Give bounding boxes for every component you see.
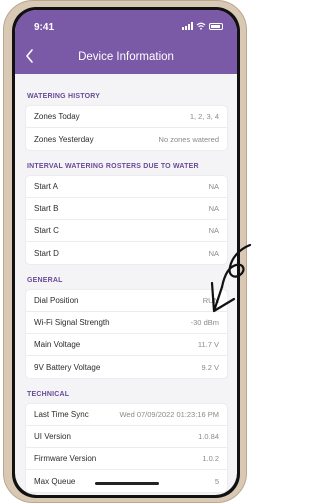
- card-technical: Last Time Sync Wed 07/09/2022 01:23:16 P…: [26, 404, 227, 492]
- card-general: Dial Position RUN Wi-Fi Signal Strength …: [26, 290, 227, 378]
- row-value: -30 dBm: [190, 318, 219, 327]
- info-row-start-c: Start C NA: [26, 220, 227, 242]
- row-value: No zones watered: [158, 134, 219, 144]
- section-title-watering-history: WATERING HISTORY: [27, 93, 101, 100]
- nav-bar: Device Information: [15, 48, 237, 68]
- row-label: Zones Today: [34, 112, 80, 121]
- section-title-interval-rosters: INTERVAL WATERING ROSTERS DUE TO WATER: [27, 163, 199, 170]
- header-bar: 9:41 Device Information: [15, 10, 237, 74]
- row-value: 1.0.2: [202, 454, 219, 463]
- row-label: Firmware Version: [34, 454, 97, 463]
- status-icons: [182, 22, 223, 30]
- row-value: NA: [208, 226, 219, 235]
- row-value: 9.2 V: [201, 362, 219, 372]
- info-row-start-d: Start D NA: [26, 242, 227, 264]
- row-label: Start C: [34, 226, 59, 235]
- info-row-firmware-version: Firmware Version 1.0.2: [26, 448, 227, 470]
- row-label: Wi-Fi Signal Strength: [34, 318, 110, 327]
- row-label: Start A: [34, 182, 59, 191]
- section-title-general: GENERAL: [27, 277, 63, 284]
- info-row-last-time-sync: Last Time Sync Wed 07/09/2022 01:23:16 P…: [26, 404, 227, 426]
- row-label: UI Version: [34, 432, 71, 441]
- battery-icon: [209, 22, 223, 30]
- row-label: Last Time Sync: [34, 410, 89, 419]
- info-row-main-voltage: Main Voltage 11.7 V: [26, 334, 227, 356]
- info-row-wifi-signal: Wi-Fi Signal Strength -30 dBm: [26, 312, 227, 334]
- wifi-icon: [196, 22, 206, 30]
- hand-drawn-arrow-icon: [210, 243, 252, 313]
- row-label: Start B: [34, 204, 59, 213]
- info-row-start-a: Start A NA: [26, 176, 227, 198]
- info-row-max-queue: Max Queue 5: [26, 470, 227, 492]
- cellular-signal-icon: [182, 22, 193, 30]
- row-value: 5: [214, 476, 219, 486]
- row-value: 1, 2, 3, 4: [189, 112, 219, 121]
- status-bar: 9:41: [15, 10, 237, 38]
- card-watering-history: Zones Today 1, 2, 3, 4 Zones Yesterday N…: [26, 106, 227, 150]
- row-label: Dial Position: [34, 296, 79, 305]
- row-value: 1.0.84: [198, 432, 219, 441]
- row-label: Main Voltage: [34, 340, 81, 349]
- row-label: 9V Battery Voltage: [34, 362, 101, 372]
- info-row-zones-today: Zones Today 1, 2, 3, 4: [26, 106, 227, 128]
- row-value: NA: [208, 204, 219, 213]
- info-row-ui-version: UI Version 1.0.84: [26, 426, 227, 448]
- device-info-list[interactable]: WATERING HISTORY Zones Today 1, 2, 3, 4 …: [15, 74, 237, 495]
- info-row-battery-voltage: 9V Battery Voltage 9.2 V: [26, 356, 227, 378]
- card-interval-rosters: Start A NA Start B NA Start C NA Start D…: [26, 176, 227, 264]
- info-row-dial-position: Dial Position RUN: [26, 290, 227, 312]
- info-row-start-b: Start B NA: [26, 198, 227, 220]
- app-screen: 9:41 Device Information WATERING HISTORY…: [15, 10, 237, 495]
- info-row-zones-yesterday: Zones Yesterday No zones watered: [26, 128, 227, 150]
- row-value: NA: [208, 182, 219, 191]
- row-value: 11.7 V: [197, 340, 219, 349]
- row-label: Max Queue: [34, 476, 76, 486]
- row-label: Start D: [34, 248, 59, 258]
- home-indicator: [95, 482, 159, 485]
- status-time: 9:41: [34, 22, 55, 33]
- row-value: Wed 07/09/2022 01:23:16 PM: [119, 410, 219, 419]
- phone-bezel: 9:41 Device Information WATERING HISTORY…: [12, 7, 240, 498]
- row-label: Zones Yesterday: [34, 134, 94, 144]
- page-title: Device Information: [78, 51, 174, 63]
- section-title-technical: TECHNICAL: [27, 391, 70, 398]
